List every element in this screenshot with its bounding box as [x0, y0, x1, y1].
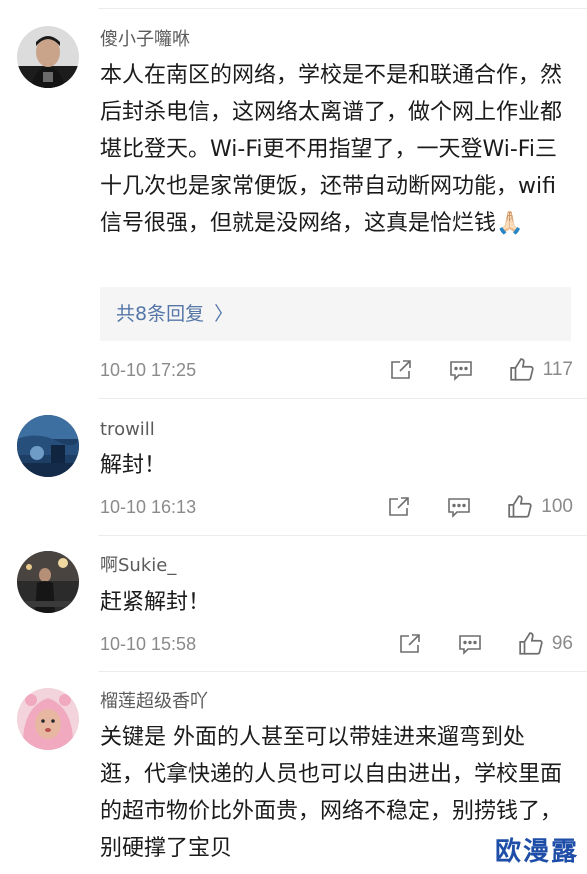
thumbs-up-icon — [519, 632, 543, 655]
comment-text-content: 本人在南区的网络，学校是不是和联通合作，然后封杀电信，这网络太离谱了，做个网上作… — [100, 63, 563, 236]
chevron-right-icon: 〉 — [214, 303, 234, 325]
comment-meta: 10-10 15:58 96 — [100, 629, 573, 659]
share-icon[interactable] — [387, 495, 411, 519]
thumbs-up-icon — [510, 358, 534, 381]
like-button[interactable]: 117 — [509, 357, 573, 383]
username[interactable]: 傻小子囖咻 — [100, 28, 190, 52]
like-button[interactable]: 96 — [518, 631, 573, 657]
comment-divider — [98, 398, 587, 399]
avatar[interactable] — [17, 551, 79, 613]
timestamp: 10-10 15:58 — [100, 634, 197, 654]
username[interactable]: trowill — [100, 418, 155, 442]
timestamp: 10-10 17:25 — [100, 360, 197, 380]
username[interactable]: 啊Sukie_ — [100, 554, 176, 578]
like-count: 117 — [542, 359, 573, 380]
comment-divider — [98, 671, 587, 672]
comment-text: 解封！ — [100, 447, 565, 484]
comment-meta: 10-10 17:25 117 — [100, 355, 573, 385]
username[interactable]: 榴莲超级香吖 — [100, 690, 208, 714]
like-count: 100 — [541, 496, 573, 517]
comment-text-content: 关键是 外面的人甚至可以带娃进来遛弯到处逛，代拿快递的人员也可以自由进出，学校里… — [100, 725, 563, 861]
avatar[interactable] — [17, 415, 79, 477]
replies-label: 共8条回复 — [116, 303, 205, 325]
comment-text: 赶紧解封！ — [100, 584, 565, 621]
comment-text-content: 赶紧解封！ — [100, 590, 211, 615]
watermark-logo: 欧漫露 — [494, 837, 579, 867]
avatar[interactable] — [17, 688, 79, 750]
top-divider — [98, 8, 587, 9]
comment-actions: 117 — [389, 355, 573, 385]
like-count: 96 — [551, 633, 573, 654]
comment-divider — [98, 535, 587, 536]
comment-icon[interactable] — [447, 495, 471, 519]
comment-icon[interactable] — [449, 358, 473, 382]
comment-text: 本人在南区的网络，学校是不是和联通合作，然后封杀电信，这网络太离谱了，做个网上作… — [100, 57, 565, 242]
avatar[interactable] — [17, 26, 79, 88]
comment-meta: 10-10 16:13 100 — [100, 492, 573, 522]
comment-text-content: 解封！ — [100, 453, 167, 478]
share-icon[interactable] — [389, 358, 413, 382]
thumbs-up-icon — [508, 495, 532, 518]
share-icon[interactable] — [398, 632, 422, 656]
comment-actions: 100 — [387, 492, 573, 522]
like-button[interactable]: 100 — [507, 494, 573, 520]
comment-actions: 96 — [398, 629, 573, 659]
view-replies-button[interactable]: 共8条回复〉 — [100, 287, 571, 341]
timestamp: 10-10 16:13 — [100, 497, 197, 517]
comment-icon[interactable] — [458, 632, 482, 656]
